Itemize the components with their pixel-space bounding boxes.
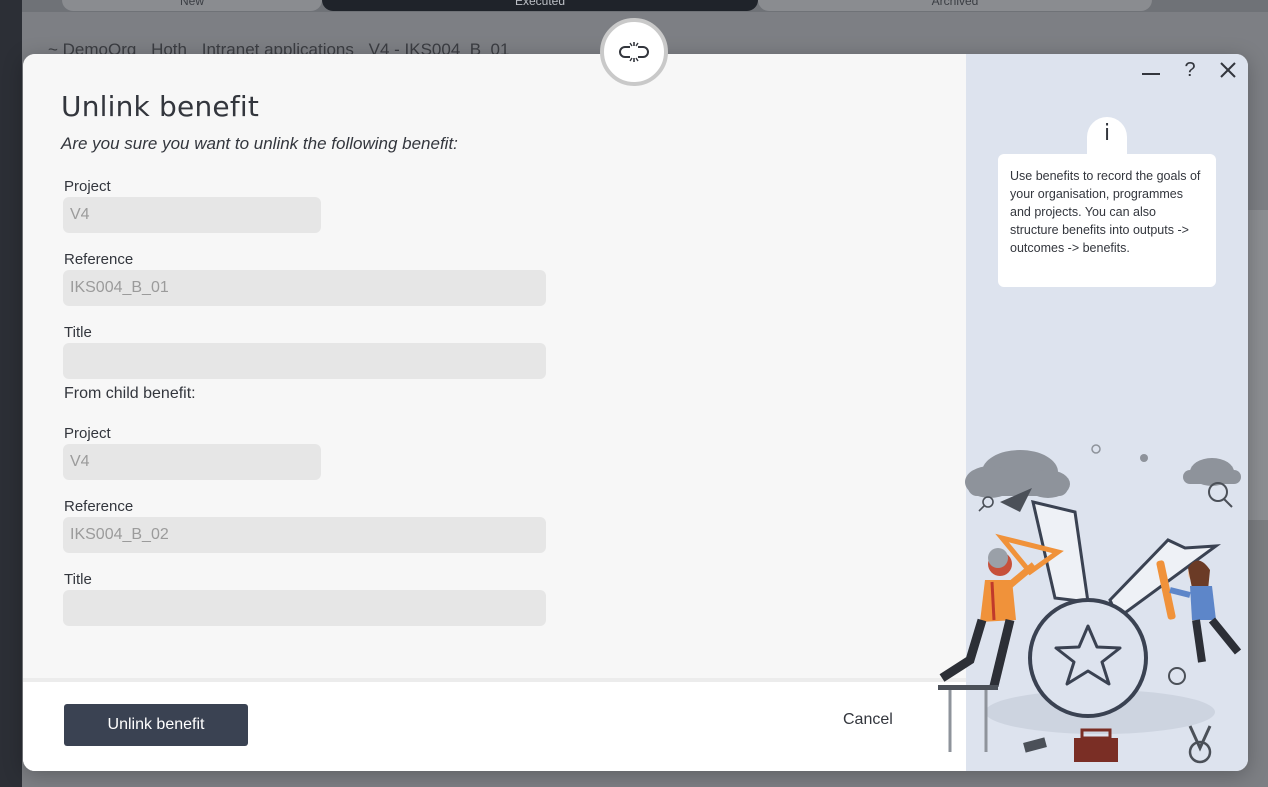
dialog-form: Unlink benefit Are you sure you want to … xyxy=(23,54,966,771)
benefits-illustration xyxy=(938,444,1242,764)
dialog-subtitle: Are you sure you want to unlink the foll… xyxy=(61,134,458,153)
reference-label: Reference xyxy=(64,251,134,268)
tab-new: New xyxy=(62,0,322,11)
child-title-field[interactable] xyxy=(63,590,546,626)
tab-archived: Archived xyxy=(758,0,1152,11)
minimize-icon[interactable] xyxy=(1137,56,1165,84)
help-icon[interactable]: ? xyxy=(1176,56,1204,84)
cancel-button[interactable]: Cancel xyxy=(843,711,893,729)
unlink-icon xyxy=(600,18,668,86)
title-field[interactable] xyxy=(63,343,546,379)
reference-field[interactable] xyxy=(63,270,546,306)
child-project-field[interactable] xyxy=(63,444,321,480)
child-title-label: Title xyxy=(64,571,92,588)
help-text: Use benefits to record the goals of your… xyxy=(998,154,1216,287)
child-benefit-heading: From child benefit: xyxy=(64,385,196,402)
child-reference-label: Reference xyxy=(64,498,134,515)
dialog-title: Unlink benefit xyxy=(61,90,260,123)
unlink-benefit-button[interactable]: Unlink benefit xyxy=(64,704,248,746)
title-label: Title xyxy=(64,324,92,341)
app-sidebar xyxy=(0,0,22,787)
info-icon: i xyxy=(1087,117,1127,157)
project-label: Project xyxy=(64,178,111,195)
child-reference-field[interactable] xyxy=(63,517,546,553)
project-field[interactable] xyxy=(63,197,321,233)
child-project-label: Project xyxy=(64,425,111,442)
close-icon[interactable] xyxy=(1214,56,1242,84)
tab-executed: Executed xyxy=(322,0,758,11)
background-tabs: New Executed Archived xyxy=(22,0,1268,12)
